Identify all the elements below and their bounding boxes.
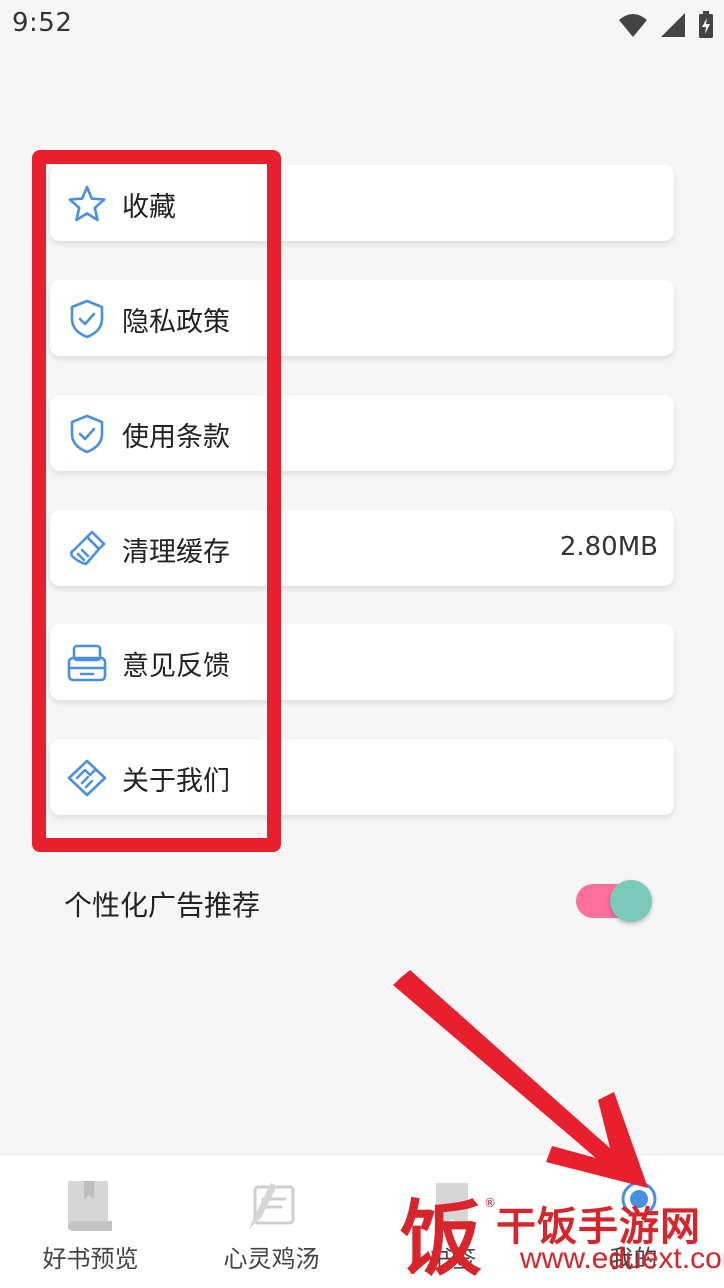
battery-charging-icon: [699, 11, 713, 38]
toggle-knob: [610, 880, 652, 922]
shield-check-icon: [70, 299, 104, 339]
menu-item-label: 收藏: [122, 192, 176, 223]
menu-item-label: 使用条款: [122, 422, 230, 453]
feedback-tray-icon: [67, 644, 107, 682]
personalized-ads-label: 个性化广告推荐: [64, 889, 261, 922]
personalized-ads-row: 个性化广告推荐: [0, 870, 724, 934]
cache-size-value: 2.80MB: [559, 532, 658, 562]
broom-icon: [70, 530, 106, 566]
tab-soul-soup[interactable]: 心灵鸡汤: [181, 1155, 362, 1288]
site-watermark: 饭 ® 干饭手游网 www.eduext.com: [400, 1190, 724, 1287]
menu-item-feedback[interactable]: 意见反馈: [50, 624, 674, 700]
watermark-registered-mark: ®: [484, 1196, 496, 1210]
star-icon: [68, 185, 106, 222]
status-time: 9:52: [12, 8, 73, 38]
menu-item-label: 关于我们: [122, 766, 230, 797]
notepad-pen-icon: [249, 1183, 295, 1229]
menu-item-about-us[interactable]: 关于我们: [50, 739, 674, 815]
menu-item-terms-of-use[interactable]: 使用条款: [50, 395, 674, 471]
status-bar: 9:52: [0, 0, 724, 50]
book-icon: [68, 1181, 112, 1231]
handshake-icon: [67, 759, 107, 797]
personalized-ads-toggle[interactable]: [576, 880, 654, 922]
tab-book-preview[interactable]: 好书预览: [0, 1155, 181, 1288]
status-icons: [618, 10, 714, 40]
tab-label: 好书预览: [42, 1245, 139, 1273]
menu-item-label: 意见反馈: [122, 651, 230, 682]
menu-item-label: 隐私政策: [122, 307, 230, 338]
watermark-url: www.eduext.com: [520, 1242, 724, 1275]
cellular-signal-icon: [661, 13, 685, 37]
menu-item-label: 清理缓存: [122, 537, 230, 568]
tab-label: 心灵鸡汤: [223, 1245, 320, 1273]
menu-item-clear-cache[interactable]: 清理缓存 2.80MB: [50, 510, 674, 586]
menu-item-privacy-policy[interactable]: 隐私政策: [50, 280, 674, 356]
menu-item-favorites[interactable]: 收藏: [50, 165, 674, 241]
watermark-logo: 饭: [400, 1191, 483, 1287]
shield-check-icon: [70, 414, 104, 454]
wifi-icon: [619, 14, 647, 37]
